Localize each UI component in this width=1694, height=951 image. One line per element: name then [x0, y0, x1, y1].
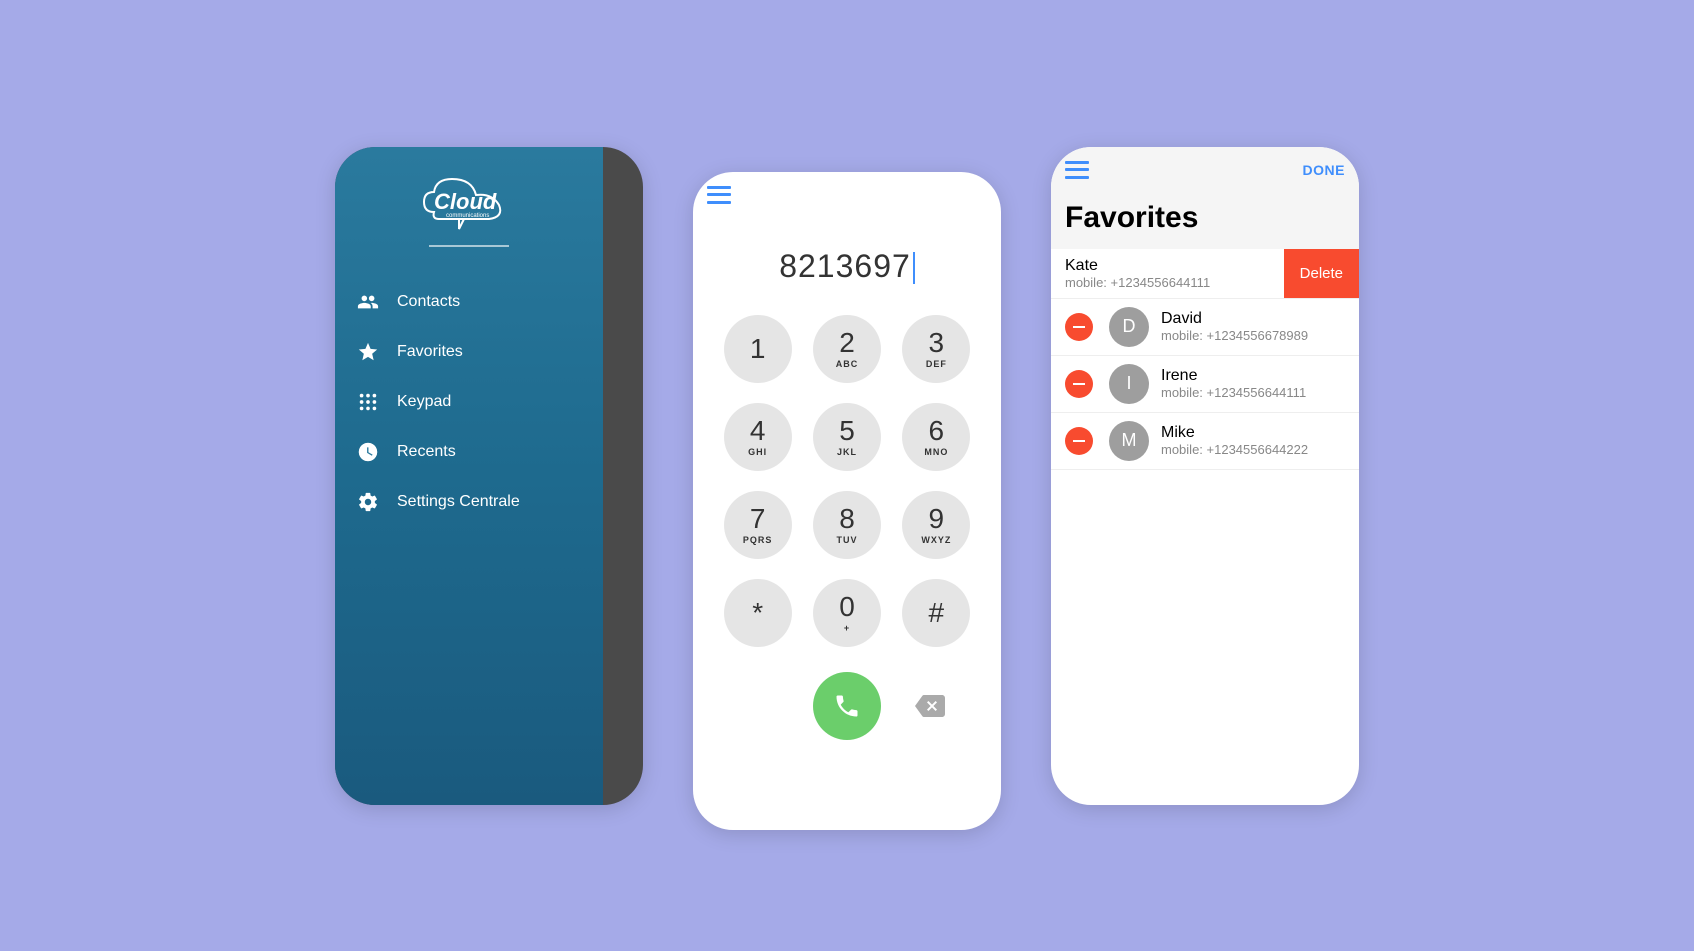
favorite-name: Mike: [1161, 424, 1345, 442]
key-number: 3: [929, 329, 945, 357]
key-number: *: [752, 599, 763, 627]
app-logo: Cloud communications: [335, 157, 603, 267]
favorite-phone: mobile: +1234556678989: [1161, 328, 1345, 343]
cloud-logo-icon: Cloud communications: [404, 167, 534, 237]
key-number: 6: [929, 417, 945, 445]
remove-button[interactable]: [1065, 427, 1093, 455]
keypad-key-*[interactable]: *: [724, 579, 792, 647]
favorite-name: David: [1161, 310, 1345, 328]
avatar: I: [1109, 364, 1149, 404]
key-letters: GHI: [748, 447, 767, 457]
menu-item-label: Favorites: [397, 343, 463, 361]
key-letters: +: [844, 623, 850, 633]
menu-item-label: Keypad: [397, 393, 451, 411]
backspace-button[interactable]: [915, 695, 945, 717]
menu-item-contacts[interactable]: Contacts: [335, 277, 603, 327]
favorite-row[interactable]: M Mikemobile: +1234556644222: [1051, 413, 1359, 470]
key-number: 9: [929, 505, 945, 533]
favorite-phone: mobile: +1234556644222: [1161, 442, 1345, 457]
keypad-header: [693, 172, 1001, 218]
key-letters: DEF: [926, 359, 947, 369]
key-letters: JKL: [837, 447, 857, 457]
remove-button[interactable]: [1065, 370, 1093, 398]
contacts-icon: [357, 291, 379, 313]
keypad-key-7[interactable]: 7 PQRS: [724, 491, 792, 559]
delete-button[interactable]: Delete: [1284, 249, 1359, 298]
menu-drawer-screen: Cloud communications Contacts Favorites: [335, 147, 643, 805]
keypad-key-8[interactable]: 8 TUV: [813, 491, 881, 559]
remove-button[interactable]: [1065, 313, 1093, 341]
menu-item-label: Settings Centrale: [397, 493, 520, 511]
keypad-key-0[interactable]: 0+: [813, 579, 881, 647]
hamburger-icon[interactable]: [1065, 161, 1089, 179]
logo-underline: [429, 245, 509, 247]
keypad-grid: 12ABC3DEF4GHI5JKL6MNO7PQRS8TUV9WXYZ*0+#: [693, 305, 1001, 657]
favorites-header: DONE: [1051, 147, 1359, 193]
keypad-screen: 8213697 1 2 ABC 3 DEF 4 GHI 5 JKL 6 MNO 7 PQRS 8 TUV 9 W…: [693, 172, 1001, 830]
menu-item-recents[interactable]: Recents: [335, 427, 603, 477]
key-number: #: [929, 599, 945, 627]
keypad-key-3[interactable]: 3 DEF: [902, 315, 970, 383]
keypad-key-4[interactable]: 4 GHI: [724, 403, 792, 471]
favorite-name: Irene: [1161, 367, 1345, 385]
key-letters: ABC: [836, 359, 859, 369]
menu-item-keypad[interactable]: Keypad: [335, 377, 603, 427]
key-letters: MNO: [924, 447, 948, 457]
key-number: 4: [750, 417, 766, 445]
favorite-phone: mobile: +1234556644111: [1161, 385, 1345, 400]
favorite-row-swiped[interactable]: Kate mobile: +1234556644111 Delete: [1051, 249, 1359, 299]
key-number: 5: [839, 417, 855, 445]
keypad-key-9[interactable]: 9 WXYZ: [902, 491, 970, 559]
favorite-phone: mobile: +1234556644111: [1065, 275, 1270, 290]
favorites-title: Favorites: [1051, 193, 1359, 249]
key-letters: WXYZ: [921, 535, 951, 545]
gear-icon: [357, 491, 379, 513]
key-number: 1: [750, 335, 766, 363]
logo-text: Cloud: [434, 189, 497, 214]
key-number: 0: [839, 593, 855, 621]
key-number: 7: [750, 505, 766, 533]
keypad-key-1[interactable]: 1: [724, 315, 792, 383]
hamburger-icon[interactable]: [707, 186, 731, 204]
key-number: 2: [839, 329, 855, 357]
menu-item-favorites[interactable]: Favorites: [335, 327, 603, 377]
favorite-name: Kate: [1065, 257, 1270, 275]
keypad-key-5[interactable]: 5 JKL: [813, 403, 881, 471]
phone-icon: [833, 692, 861, 720]
keypad-icon: [357, 391, 379, 413]
menu-item-label: Recents: [397, 443, 456, 461]
menu-item-settings[interactable]: Settings Centrale: [335, 477, 603, 527]
avatar: D: [1109, 307, 1149, 347]
key-number: 8: [839, 505, 855, 533]
favorites-screen: DONE Favorites Kate mobile: +12345566441…: [1051, 147, 1359, 805]
avatar: M: [1109, 421, 1149, 461]
backspace-icon: [915, 695, 945, 717]
keypad-key-#[interactable]: #: [902, 579, 970, 647]
clock-icon: [357, 441, 379, 463]
keypad-key-2[interactable]: 2 ABC: [813, 315, 881, 383]
keypad-key-6[interactable]: 6 MNO: [902, 403, 970, 471]
menu-panel: Cloud communications Contacts Favorites: [335, 147, 603, 805]
favorites-list: Kate mobile: +1234556644111 Delete D Davi…: [1051, 249, 1359, 805]
logo-subtext: communications: [446, 213, 489, 219]
favorite-row[interactable]: I Irenemobile: +1234556644111: [1051, 356, 1359, 413]
menu-item-label: Contacts: [397, 293, 460, 311]
call-button[interactable]: [813, 672, 881, 740]
star-icon: [357, 341, 379, 363]
favorite-row[interactable]: D Davidmobile: +1234556678989: [1051, 299, 1359, 356]
key-letters: PQRS: [743, 535, 773, 545]
dialed-number-display: 8213697: [693, 218, 1001, 305]
key-letters: TUV: [836, 535, 857, 545]
dial-row: [693, 657, 1001, 755]
menu-items: Contacts Favorites Keypad Recents: [335, 267, 603, 537]
done-button[interactable]: DONE: [1303, 162, 1345, 178]
